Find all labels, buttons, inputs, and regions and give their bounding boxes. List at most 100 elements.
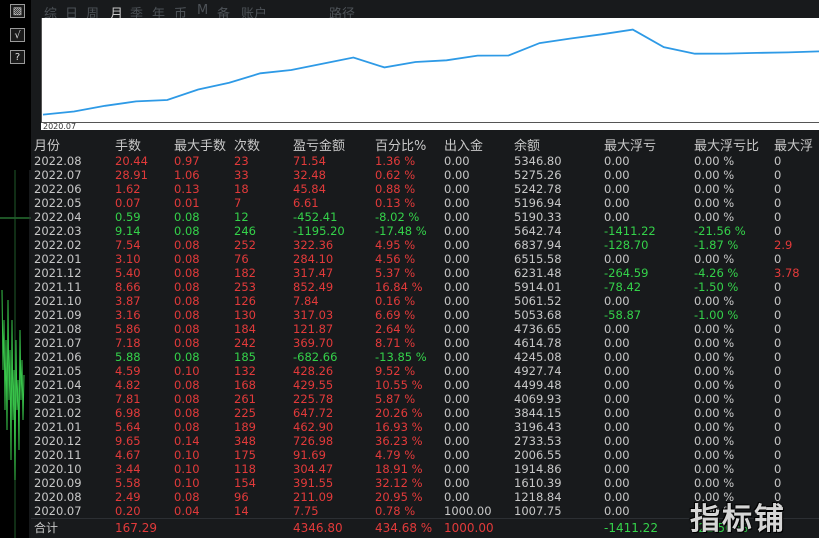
table-cell: 132 <box>234 364 256 378</box>
table-row[interactable]: 2022.01 3.10 0.08 76 284.10 4.56 % 0.00 6515.58… <box>31 252 819 266</box>
total-cell: 1000.00 <box>444 521 494 535</box>
table-cell: 0 <box>774 322 782 336</box>
table-cell: 0 <box>774 406 782 420</box>
table-cell: 0.10 <box>174 476 200 490</box>
table-cell: 1.06 <box>174 168 200 182</box>
table-row[interactable]: 2022.07 28.91 1.06 33 32.48 0.62 % 0.00 5275.26… <box>31 168 819 182</box>
table-cell: 0.08 <box>174 280 200 294</box>
table-cell: 0.13 <box>174 182 200 196</box>
table-cell: 2021.07 <box>34 336 82 350</box>
table-cell: 726.98 <box>293 434 334 448</box>
table-cell: 0.00 <box>444 434 470 448</box>
table-cell: 0 <box>774 294 782 308</box>
column-header[interactable]: 余额 <box>514 138 602 155</box>
table-row[interactable]: 2021.06 5.88 0.08 185 -682.66 -13.85 % 0.00 424… <box>31 350 819 364</box>
table-row[interactable]: 2021.01 5.64 0.08 189 462.90 16.93 % 0.00 3196.… <box>31 420 819 434</box>
x-axis-start-label: 2020.07 <box>43 122 76 130</box>
table-cell: 6515.58 <box>514 252 562 266</box>
left-toolbar: ▧ √ ? <box>0 0 31 538</box>
table-cell: 2022.04 <box>34 210 82 224</box>
table-cell: 304.47 <box>293 462 334 476</box>
table-cell: 1.36 % <box>375 154 416 168</box>
table-row[interactable]: 2021.05 4.59 0.10 132 428.26 9.52 % 0.00 4927.7… <box>31 364 819 378</box>
table-cell: 7.54 <box>115 238 141 252</box>
column-header[interactable]: 次数 <box>234 138 292 155</box>
table-cell: 5.88 <box>115 350 141 364</box>
table-cell: 0.00 <box>444 182 470 196</box>
table-row[interactable]: 2021.10 3.87 0.08 126 7.84 0.16 % 0.00 5061.52 0… <box>31 294 819 308</box>
column-header[interactable]: 最大浮亏比 <box>694 138 774 155</box>
column-header[interactable]: 月份 <box>34 138 114 155</box>
table-cell: 2022.08 <box>34 154 82 168</box>
table-cell: 0 <box>774 224 782 238</box>
table-row[interactable]: 2020.11 4.67 0.10 175 91.69 4.79 % 0.00 2006.55… <box>31 448 819 462</box>
column-header[interactable]: 最大手数 <box>174 138 234 155</box>
table-cell: 0.00 <box>604 154 630 168</box>
table-cell: 317.03 <box>293 308 334 322</box>
table-cell: 185 <box>234 350 256 364</box>
table-cell: 2.9 <box>774 238 793 252</box>
table-row[interactable]: 2020.10 3.44 0.10 118 304.47 18.91 % 0.00 1914.… <box>31 462 819 476</box>
table-cell: 4.79 % <box>375 448 416 462</box>
table-cell: 0.00 <box>604 350 630 364</box>
table-row[interactable]: 2022.05 0.07 0.01 7 6.61 0.13 % 0.00 5196.94 0.0… <box>31 196 819 210</box>
table-cell: 2733.53 <box>514 434 562 448</box>
help-icon[interactable]: ? <box>10 50 25 64</box>
table-cell: 0.08 <box>174 294 200 308</box>
table-row[interactable]: 2022.08 20.44 0.97 23 71.54 1.36 % 0.00 5346.80… <box>31 154 819 168</box>
table-cell: 16.93 % <box>375 420 423 434</box>
table-cell: 2.64 % <box>375 322 416 336</box>
table-row[interactable]: 2021.12 5.40 0.08 182 317.47 5.37 % 0.00 6231.4… <box>31 266 819 280</box>
column-header[interactable]: 手数 <box>115 138 173 155</box>
table-cell: 0.00 <box>604 210 630 224</box>
table-cell: 0.00 <box>604 364 630 378</box>
column-header[interactable]: 出入金 <box>444 138 512 155</box>
table-cell: 0.20 <box>115 504 141 518</box>
table-cell: 0 <box>774 210 782 224</box>
table-row[interactable]: 2020.09 5.58 0.10 154 391.55 32.12 % 0.00 1610.… <box>31 476 819 490</box>
table-cell: -1411.22 <box>604 224 656 238</box>
table-row[interactable]: 2020.12 9.65 0.14 348 726.98 36.23 % 0.00 2733.… <box>31 434 819 448</box>
table-cell: 71.54 <box>293 154 326 168</box>
column-header[interactable]: 百分比% <box>375 138 443 155</box>
table-row[interactable]: 2021.09 3.16 0.08 130 317.03 6.69 % 0.00 5053.6… <box>31 308 819 322</box>
table-cell: 0 <box>774 476 782 490</box>
table-row[interactable]: 2022.06 1.62 0.13 18 45.84 0.88 % 0.00 5242.78 0… <box>31 182 819 196</box>
table-cell: 2021.05 <box>34 364 82 378</box>
table-cell: 0.00 <box>604 504 630 518</box>
table-cell: -452.41 <box>293 210 338 224</box>
table-cell: 5190.33 <box>514 210 562 224</box>
table-cell: 2020.12 <box>34 434 82 448</box>
table-row[interactable]: 2021.04 4.82 0.08 168 429.55 10.55 % 0.00 4499.… <box>31 378 819 392</box>
column-header[interactable]: 最大浮 <box>774 138 819 155</box>
table-row[interactable]: 2022.02 7.54 0.08 252 322.36 4.95 % 0.00 6837.9… <box>31 238 819 252</box>
check-icon[interactable]: √ <box>10 28 25 42</box>
table-cell: 0 <box>774 392 782 406</box>
table-cell: -128.70 <box>604 238 649 252</box>
table-cell: 225 <box>234 406 256 420</box>
table-row[interactable]: 2021.02 6.98 0.08 225 647.72 20.26 % 0.00 3844.… <box>31 406 819 420</box>
table-row[interactable]: 2021.11 8.66 0.08 253 852.49 16.84 % 0.00 5914.… <box>31 280 819 294</box>
tab-7[interactable]: M <box>197 3 208 18</box>
table-cell: 20.44 <box>115 154 148 168</box>
table-cell: 0 <box>774 364 782 378</box>
column-header[interactable]: 最大浮亏 <box>604 138 692 155</box>
table-row[interactable]: 2022.04 0.59 0.08 12 -452.41 -8.02 % 0.00 5190.… <box>31 210 819 224</box>
table-cell: 4.56 % <box>375 252 416 266</box>
table-cell: 0 <box>774 462 782 476</box>
column-header[interactable]: 盈亏金额 <box>293 138 373 155</box>
table-cell: 0.00 % <box>694 196 735 210</box>
table-row[interactable]: 2021.03 7.81 0.08 261 225.78 5.87 % 0.00 4069.9… <box>31 392 819 406</box>
table-row[interactable]: 2021.07 7.18 0.08 242 369.70 8.71 % 0.00 4614.7… <box>31 336 819 350</box>
table-cell: -58.87 <box>604 308 642 322</box>
table-cell: -4.26 % <box>694 266 739 280</box>
table-cell: 2021.04 <box>34 378 82 392</box>
table-cell: 3196.43 <box>514 420 562 434</box>
table-row[interactable]: 2022.03 9.14 0.08 246 -1195.20 -17.48 % 0.00 56… <box>31 224 819 238</box>
table-cell: 0.00 % <box>694 406 735 420</box>
image-icon[interactable]: ▧ <box>10 4 25 18</box>
table-cell: 32.12 % <box>375 476 423 490</box>
table-cell: 0.00 <box>444 462 470 476</box>
table-row[interactable]: 2021.08 5.86 0.08 184 121.87 2.64 % 0.00 4736.6… <box>31 322 819 336</box>
table-cell: 0 <box>774 196 782 210</box>
